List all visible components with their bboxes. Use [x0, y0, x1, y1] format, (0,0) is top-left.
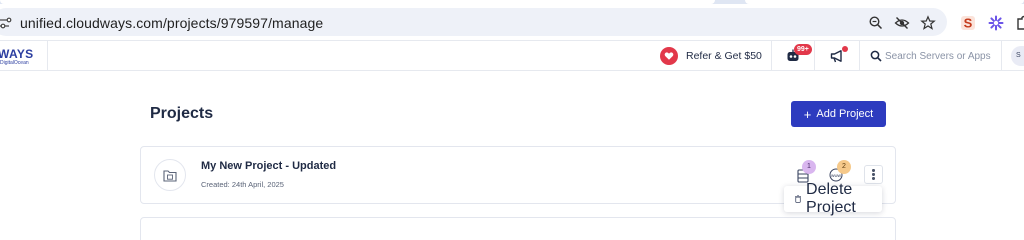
svg-text:www: www — [831, 173, 842, 178]
logo-text: WAYS — [0, 47, 34, 61]
project-name[interactable]: My New Project - Updated — [201, 160, 336, 172]
delete-project-menu-item[interactable]: Delete Project — [806, 181, 882, 217]
search-input[interactable]: Search Servers or Apps — [885, 51, 991, 62]
browser-toolbar: unified.cloudways.com/projects/979597/ma… — [0, 4, 1024, 40]
avatar[interactable]: S — [1011, 46, 1024, 66]
announcement-dot — [842, 46, 848, 52]
extension-sparkle-icon[interactable] — [988, 15, 1004, 31]
url-text[interactable]: unified.cloudways.com/projects/979597/ma… — [20, 15, 323, 31]
kebab-icon — [872, 169, 875, 172]
plus-icon: + — [803, 106, 812, 122]
project-actions-menu: Delete Project — [784, 181, 882, 216]
notification-count-badge: 99+ — [794, 44, 812, 55]
header-divider — [771, 41, 772, 71]
app-header: WAYS DigitalOcean Refer & Get $50 99+ Se… — [0, 40, 1024, 71]
page-title: Projects — [150, 105, 214, 122]
add-project-button[interactable]: + Add Project — [791, 101, 886, 127]
header-divider — [1001, 41, 1002, 71]
website-count-badge: 2 — [837, 160, 851, 174]
header-divider — [859, 41, 860, 71]
heart-icon — [660, 47, 678, 65]
search-icon — [870, 50, 882, 62]
extension-s-icon[interactable]: S — [960, 15, 976, 31]
project-created-date: Created: 24th April, 2025 — [201, 180, 284, 189]
eye-off-icon[interactable] — [894, 15, 910, 31]
star-bookmark-icon[interactable] — [920, 15, 936, 31]
svg-text:S: S — [964, 16, 973, 31]
logo[interactable]: WAYS DigitalOcean — [0, 41, 48, 71]
server-count-badge: 1 — [802, 160, 816, 174]
extensions-puzzle-icon[interactable] — [1016, 15, 1024, 31]
site-info-icon[interactable] — [0, 17, 12, 29]
trash-icon — [795, 195, 802, 203]
logo-subtext: DigitalOcean — [0, 60, 29, 66]
add-project-label: Add Project — [816, 108, 874, 120]
zoom-icon[interactable] — [868, 15, 884, 31]
project-card[interactable]: My New Project - Updated Created: 24th A… — [140, 146, 896, 204]
refer-label: Refer & Get $50 — [686, 50, 762, 62]
header-divider — [814, 41, 815, 71]
refer-button[interactable]: Refer & Get $50 — [660, 45, 762, 67]
project-folder-icon — [154, 159, 186, 191]
project-card[interactable] — [140, 217, 896, 240]
